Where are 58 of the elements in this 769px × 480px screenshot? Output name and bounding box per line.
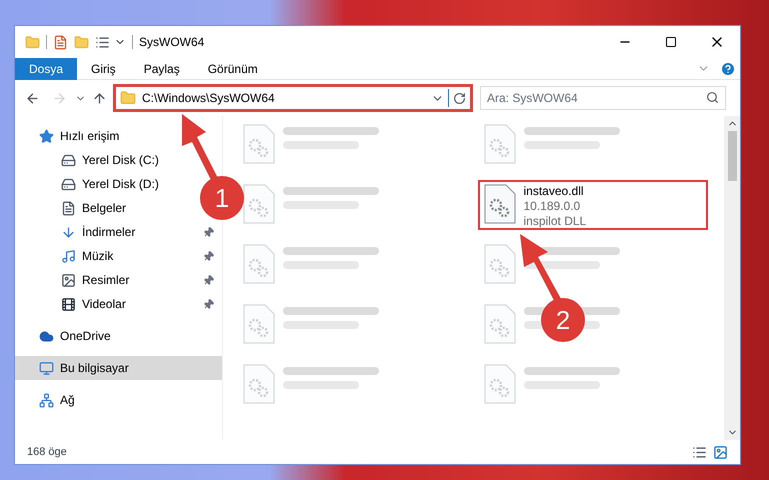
view-icon[interactable]	[95, 34, 110, 50]
dll-file-icon	[484, 184, 516, 224]
item-count: 168 öge	[27, 444, 67, 460]
dll-file-icon	[484, 124, 516, 164]
search-icon[interactable]	[706, 91, 719, 104]
picture-icon	[61, 272, 76, 288]
file-detail: inspilot DLL	[524, 214, 586, 229]
sidebar-item[interactable]: Bu bilgisayar	[15, 356, 222, 380]
sidebar-item[interactable]: İndirmeler	[15, 220, 222, 244]
drive-icon	[61, 176, 76, 192]
sidebar-item[interactable]: OneDrive	[15, 324, 119, 348]
scrollbar-thumb[interactable]	[728, 131, 736, 181]
cloud-icon	[39, 328, 54, 344]
dll-file-icon	[484, 304, 516, 344]
dll-file-icon	[243, 184, 275, 224]
folder-icon	[120, 90, 136, 106]
ribbon-tab[interactable]: Görünüm	[194, 58, 272, 80]
refresh-icon[interactable]	[453, 92, 466, 104]
large-icons-view-icon[interactable]	[713, 444, 728, 460]
dll-file-icon	[243, 124, 275, 164]
download-icon	[61, 224, 76, 240]
up-icon[interactable]	[92, 90, 107, 106]
maximize-icon	[665, 36, 677, 48]
dll-file-icon	[243, 304, 275, 344]
dll-file-icon	[484, 244, 516, 284]
help-icon[interactable]	[720, 60, 736, 76]
file-item[interactable]: instaveo.dll 10.189.0.0 inspilot DLL	[478, 180, 708, 230]
network-icon	[39, 392, 54, 408]
star-icon	[39, 128, 54, 144]
address-path: C:\Windows\SysWOW64	[142, 90, 276, 107]
file-name: instaveo.dll	[524, 184, 585, 199]
ribbon-tab[interactable]: Giriş	[77, 58, 130, 80]
sidebar-item[interactable]: Resimler	[15, 268, 222, 292]
dll-file-icon	[243, 364, 275, 404]
sidebar-item[interactable]: Yerel Disk (C:)	[15, 148, 167, 172]
scrollbar[interactable]	[724, 116, 740, 440]
search-field[interactable]: Ara: SysWOW64	[480, 86, 726, 110]
computer-icon	[39, 360, 54, 376]
sidebar-item[interactable]: Videolar	[15, 292, 222, 316]
details-view-icon[interactable]	[692, 444, 707, 460]
sidebar-item[interactable]: Müzik	[15, 244, 222, 268]
address-field[interactable]: C:\Windows\SysWOW64	[113, 84, 473, 112]
sidebar-item[interactable]: Yerel Disk (D:)	[15, 172, 167, 196]
sidebar-item[interactable]: Belgeler	[15, 196, 134, 220]
properties-icon[interactable]	[53, 34, 68, 50]
dll-file-icon	[243, 244, 275, 284]
music-icon	[61, 248, 76, 264]
ribbon-tab[interactable]: Paylaş	[130, 58, 194, 80]
film-icon	[61, 296, 76, 312]
dll-file-icon	[484, 364, 516, 404]
file-detail: 10.189.0.0	[524, 199, 582, 214]
sidebar-item[interactable]: Hızlı erişim	[15, 124, 128, 148]
drive-icon	[61, 152, 76, 168]
document-icon	[61, 200, 76, 216]
window-title: SysWOW64	[139, 34, 204, 51]
sidebar-item[interactable]: Ağ	[15, 388, 83, 412]
ribbon-tab[interactable]: Dosya	[15, 58, 78, 80]
back-icon[interactable]	[25, 90, 40, 106]
